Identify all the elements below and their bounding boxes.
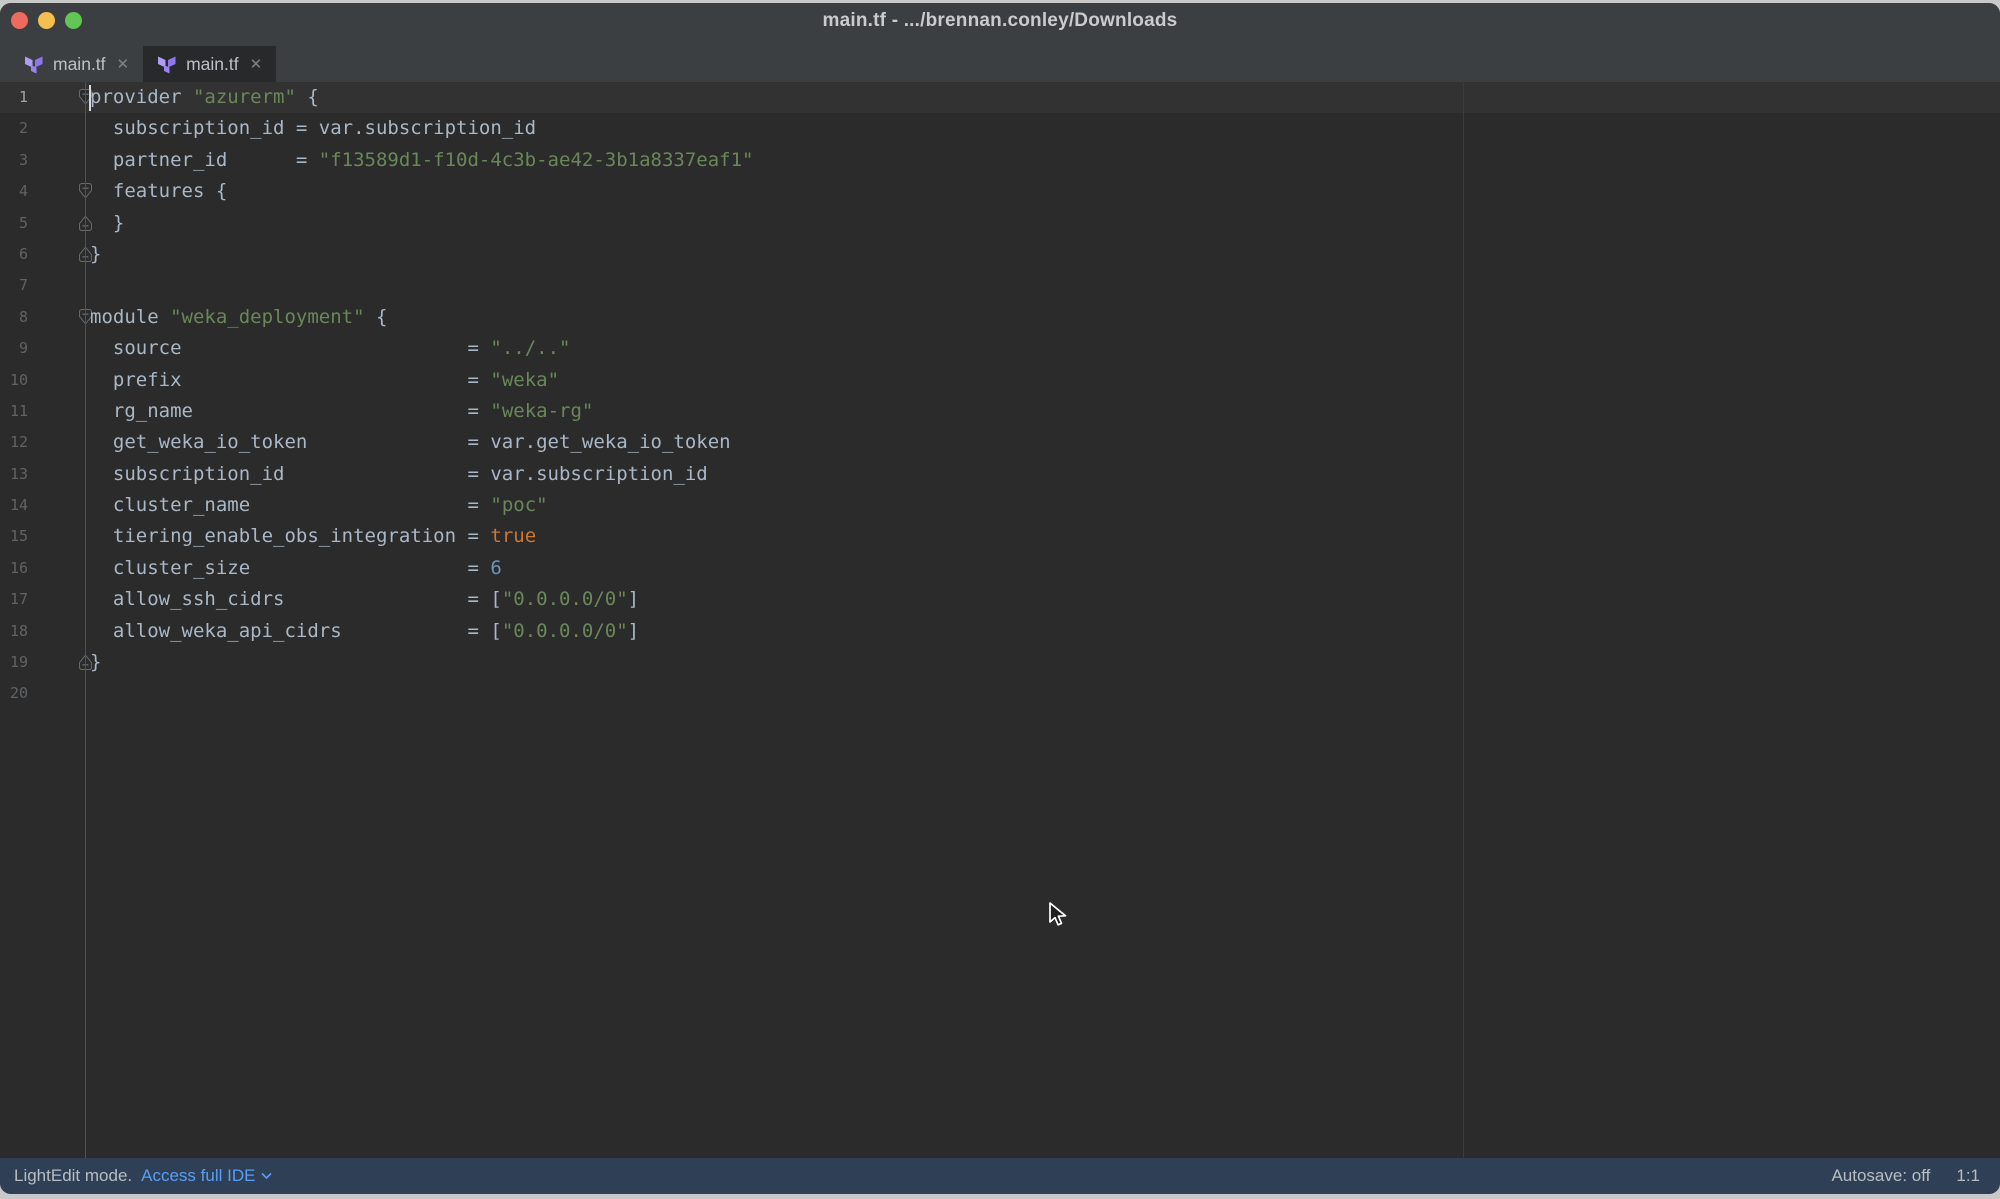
- tab-label: main.tf: [186, 54, 239, 75]
- code-line-12[interactable]: 12 get_weka_io_token = var.get_weka_io_t…: [0, 427, 2000, 458]
- right-margin-guide: [1463, 82, 1464, 1158]
- title-bar: main.tf - .../brennan.conley/Downloads: [0, 3, 2000, 38]
- line-number: 16: [0, 553, 28, 584]
- line-number: 13: [0, 459, 28, 490]
- code-editor[interactable]: 1provider "azurerm" {2 subscription_id =…: [0, 82, 2000, 1158]
- code-text: subscription_id = var.subscription_id: [90, 113, 536, 144]
- code-text: allow_weka_api_cidrs = ["0.0.0.0/0"]: [90, 616, 639, 647]
- code-line-8[interactable]: 8 module "weka_deployment" {: [0, 302, 2000, 333]
- line-number: 15: [0, 521, 28, 552]
- line-number: 5: [0, 208, 28, 239]
- editor-tab-bar: main.tf ✕ main.tf ✕: [0, 38, 2000, 82]
- line-number: 9: [0, 333, 28, 364]
- status-bar: LightEdit mode. Access full IDE Autosave…: [0, 1158, 2000, 1194]
- code-line-4[interactable]: 4 features {: [0, 176, 2000, 207]
- code-line-17[interactable]: 17 allow_ssh_cidrs = ["0.0.0.0/0"]: [0, 584, 2000, 615]
- window-title: main.tf - .../brennan.conley/Downloads: [0, 10, 2000, 32]
- code-text: cluster_size = 6: [90, 553, 502, 584]
- tab-main-tf-2[interactable]: main.tf ✕: [143, 46, 276, 82]
- code-text: features {: [90, 176, 227, 207]
- code-text: provider "azurerm" {: [90, 82, 319, 113]
- code-line-9[interactable]: 9 source = "../..": [0, 333, 2000, 364]
- code-line-14[interactable]: 14 cluster_name = "poc": [0, 490, 2000, 521]
- code-line-13[interactable]: 13 subscription_id = var.subscription_id: [0, 459, 2000, 490]
- code-line-6[interactable]: 6}: [0, 239, 2000, 270]
- code-text: }: [90, 239, 101, 270]
- code-text: rg_name = "weka-rg": [90, 396, 593, 427]
- code-text: }: [90, 647, 101, 678]
- terraform-icon: [24, 54, 44, 75]
- code-text: tiering_enable_obs_integration = true: [90, 521, 536, 552]
- access-full-ide-link[interactable]: Access full IDE: [141, 1166, 272, 1186]
- code-line-15[interactable]: 15 tiering_enable_obs_integration = true: [0, 521, 2000, 552]
- autosave-status[interactable]: Autosave: off: [1831, 1166, 1930, 1186]
- code-text: prefix = "weka": [90, 365, 559, 396]
- code-line-20[interactable]: 20: [0, 678, 2000, 709]
- code-text: allow_ssh_cidrs = ["0.0.0.0/0"]: [90, 584, 639, 615]
- code-lines-container: 1provider "azurerm" {2 subscription_id =…: [0, 82, 2000, 1158]
- code-text: get_weka_io_token = var.get_weka_io_toke…: [90, 427, 731, 458]
- code-line-19[interactable]: 19}: [0, 647, 2000, 678]
- line-number: 4: [0, 176, 28, 207]
- line-number: 8: [0, 302, 28, 333]
- code-line-2[interactable]: 2 subscription_id = var.subscription_id: [0, 113, 2000, 144]
- line-number: 11: [0, 396, 28, 427]
- code-line-18[interactable]: 18 allow_weka_api_cidrs = ["0.0.0.0/0"]: [0, 616, 2000, 647]
- code-line-11[interactable]: 11 rg_name = "weka-rg": [0, 396, 2000, 427]
- line-number: 20: [0, 678, 28, 709]
- line-number: 2: [0, 113, 28, 144]
- code-text: source = "../..": [90, 333, 570, 364]
- tab-label: main.tf: [53, 54, 106, 75]
- lightedit-mode-label: LightEdit mode.: [14, 1166, 132, 1186]
- line-number: 17: [0, 584, 28, 615]
- line-number: 3: [0, 145, 28, 176]
- line-number: 12: [0, 427, 28, 458]
- line-number: 14: [0, 490, 28, 521]
- code-line-10[interactable]: 10 prefix = "weka": [0, 365, 2000, 396]
- code-line-1[interactable]: 1 provider "azurerm" {: [0, 82, 2000, 113]
- code-text: cluster_name = "poc": [90, 490, 548, 521]
- line-number: 6: [0, 239, 28, 270]
- code-text: }: [90, 208, 124, 239]
- line-number: 1: [0, 82, 28, 113]
- code-line-7[interactable]: 7: [0, 270, 2000, 301]
- code-text: module "weka_deployment" {: [90, 302, 387, 333]
- code-line-3[interactable]: 3 partner_id = "f13589d1-f10d-4c3b-ae42-…: [0, 145, 2000, 176]
- caret-position-widget[interactable]: 1:1: [1956, 1166, 1980, 1186]
- code-line-16[interactable]: 16 cluster_size = 6: [0, 553, 2000, 584]
- chevron-down-icon: [261, 1172, 272, 1180]
- line-number: 18: [0, 616, 28, 647]
- tab-main-tf-1[interactable]: main.tf ✕: [10, 46, 143, 82]
- code-text: partner_id = "f13589d1-f10d-4c3b-ae42-3b…: [90, 145, 753, 176]
- tab-close-icon[interactable]: ✕: [250, 55, 263, 73]
- line-number: 7: [0, 270, 28, 301]
- code-line-5[interactable]: 5 }: [0, 208, 2000, 239]
- tab-close-icon[interactable]: ✕: [117, 55, 130, 73]
- line-number: 19: [0, 647, 28, 678]
- gutter-separator-line: [85, 82, 86, 1158]
- code-text: subscription_id = var.subscription_id: [90, 459, 708, 490]
- ide-window: main.tf - .../brennan.conley/Downloads m…: [0, 3, 2000, 1194]
- line-number: 10: [0, 365, 28, 396]
- text-caret: [89, 85, 91, 111]
- terraform-icon: [157, 54, 177, 75]
- access-full-ide-label: Access full IDE: [141, 1166, 255, 1186]
